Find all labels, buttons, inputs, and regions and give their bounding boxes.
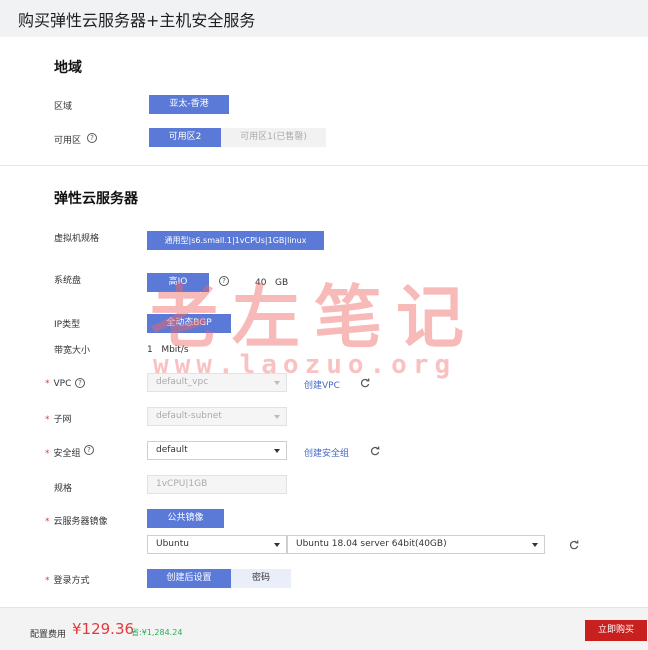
ip-type-label: IP类型	[54, 320, 81, 330]
watermark-text: 老左笔记	[150, 279, 479, 358]
region-label: 区域	[54, 102, 73, 112]
spec-field: 1vCPU|1GB	[147, 475, 287, 494]
public-image-option[interactable]: 公共镜像	[147, 509, 224, 528]
flavor-select[interactable]: 通用型|s6.small.1|1vCPUs|1GB|linux	[147, 231, 324, 250]
help-circle-icon[interactable]: ?	[84, 445, 94, 455]
subnet-label: * 子网	[45, 415, 72, 425]
image-label: * 云服务器镜像	[45, 517, 108, 527]
chevron-down-icon	[274, 449, 280, 453]
refresh-icon[interactable]	[370, 446, 380, 456]
chevron-down-icon	[274, 543, 280, 547]
help-circle-icon[interactable]: ?	[87, 133, 97, 143]
security-group-label: * 安全组	[45, 449, 81, 459]
os-select[interactable]: Ubuntu	[147, 535, 287, 554]
disk-label: 系统盘	[54, 276, 82, 286]
login-password-option[interactable]: 密码	[231, 569, 291, 588]
order-footer: 配置费用 ¥129.36 省:¥1,284.24 立即购买	[0, 607, 648, 650]
help-circle-icon[interactable]: ?	[75, 378, 85, 388]
spec-label: 规格	[54, 484, 73, 494]
buy-now-button[interactable]: 立即购买	[585, 620, 647, 641]
subnet-select: default-subnet	[147, 407, 287, 426]
region-option-hongkong[interactable]: 亚太-香港	[149, 95, 229, 114]
os-version-select[interactable]: Ubuntu 18.04 server 64bit(40GB)	[287, 535, 545, 554]
refresh-icon[interactable]	[569, 540, 579, 550]
flavor-label: 虚拟机规格	[54, 234, 100, 244]
chevron-down-icon	[274, 381, 280, 385]
az-option-1-soldout: 可用区1(已售罄)	[221, 128, 326, 147]
login-method-label: * 登录方式	[45, 576, 90, 586]
page-header: 购买弹性云服务器+主机安全服务	[0, 0, 648, 37]
page-title: 购买弹性云服务器+主机安全服务	[18, 11, 256, 30]
chevron-down-icon	[532, 543, 538, 547]
vpc-label: * VPC	[45, 379, 72, 389]
ecs-section-title: 弹性云服务器	[54, 191, 138, 207]
create-security-group-link[interactable]: 创建安全组	[304, 446, 349, 459]
fee-price: ¥129.36	[72, 620, 135, 638]
az-option-2[interactable]: 可用区2	[149, 128, 221, 147]
section-divider	[0, 165, 648, 166]
fee-savings: 省:¥1,284.24	[131, 628, 183, 637]
fee-label: 配置费用	[30, 630, 67, 640]
az-label: 可用区	[54, 136, 82, 146]
chevron-down-icon	[274, 415, 280, 419]
bandwidth-label: 带宽大小	[54, 346, 91, 356]
login-set-later-option[interactable]: 创建后设置	[147, 569, 231, 588]
region-section-title: 地域	[54, 60, 82, 76]
security-group-select[interactable]: default	[147, 441, 287, 460]
watermark-url: www.laozuo.org	[153, 350, 457, 380]
